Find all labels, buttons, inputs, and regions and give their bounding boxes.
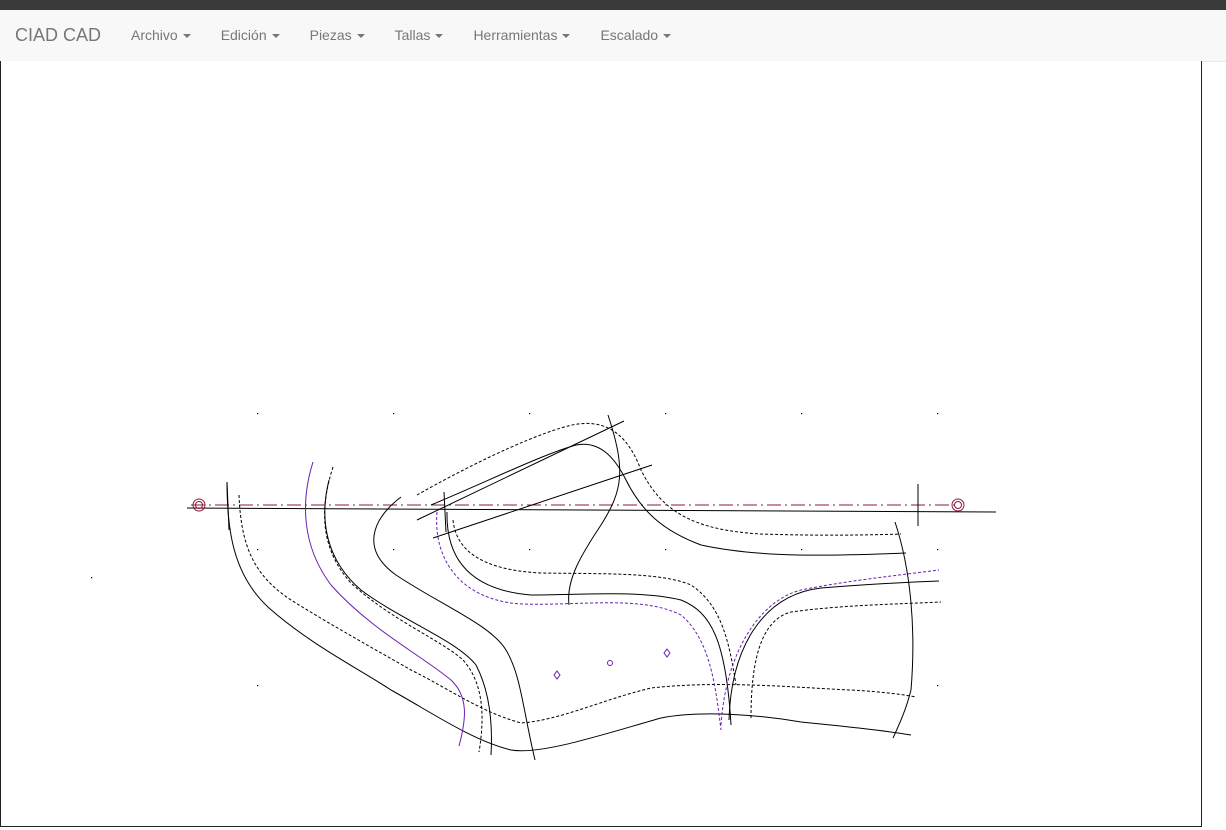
cad-canvas[interactable] bbox=[0, 61, 1202, 827]
caret-down-icon bbox=[663, 34, 672, 39]
brand-logo[interactable]: CIAD CAD bbox=[15, 10, 101, 61]
purple-heel-dashed bbox=[720, 569, 940, 726]
seam-allowance-outer bbox=[238, 494, 917, 724]
marker-point[interactable] bbox=[663, 648, 671, 658]
caret-down-icon bbox=[435, 34, 444, 39]
grid-dots bbox=[91, 413, 939, 687]
menu-escalado[interactable]: Escalado bbox=[585, 10, 686, 61]
baseline bbox=[186, 507, 997, 513]
menu-edicion-label: Edición bbox=[220, 27, 267, 43]
tongue-outline bbox=[430, 443, 907, 556]
menu-archivo[interactable]: Archivo bbox=[116, 10, 206, 61]
pattern-drawing[interactable] bbox=[1, 61, 1201, 826]
caret-down-icon bbox=[182, 34, 191, 39]
outer-outline bbox=[226, 481, 912, 752]
menu-herramientas-label: Herramientas bbox=[473, 27, 558, 43]
caret-down-icon bbox=[356, 34, 365, 39]
menu-piezas-label: Piezas bbox=[309, 27, 352, 43]
marker-point[interactable] bbox=[607, 660, 613, 666]
pocket-curve bbox=[373, 496, 536, 761]
menu-tallas-label: Tallas bbox=[394, 27, 431, 43]
navbar: CIAD CAD Archivo Edición Piezas Tallas H… bbox=[0, 10, 1226, 62]
menu-piezas[interactable]: Piezas bbox=[295, 10, 380, 61]
heel-outline bbox=[728, 580, 940, 721]
caret-down-icon bbox=[562, 34, 571, 39]
middle-loop-dashed bbox=[452, 519, 737, 686]
menu-herramientas[interactable]: Herramientas bbox=[458, 10, 585, 61]
menu-tallas[interactable]: Tallas bbox=[380, 10, 459, 61]
purple-loop-dashed bbox=[436, 511, 722, 731]
axis-end-marker-inner bbox=[954, 501, 962, 509]
heel-back-line bbox=[892, 521, 914, 739]
construction-line-1 bbox=[416, 420, 625, 521]
menu-edicion[interactable]: Edición bbox=[206, 10, 295, 61]
window-top-strip bbox=[0, 0, 1226, 10]
menu-archivo-label: Archivo bbox=[131, 27, 178, 43]
menu-escalado-label: Escalado bbox=[600, 27, 659, 43]
marker-point[interactable] bbox=[553, 670, 561, 680]
notch-mid bbox=[443, 491, 447, 533]
main-menu: Archivo Edición Piezas Tallas Herramient… bbox=[116, 10, 686, 61]
caret-down-icon bbox=[271, 34, 280, 39]
